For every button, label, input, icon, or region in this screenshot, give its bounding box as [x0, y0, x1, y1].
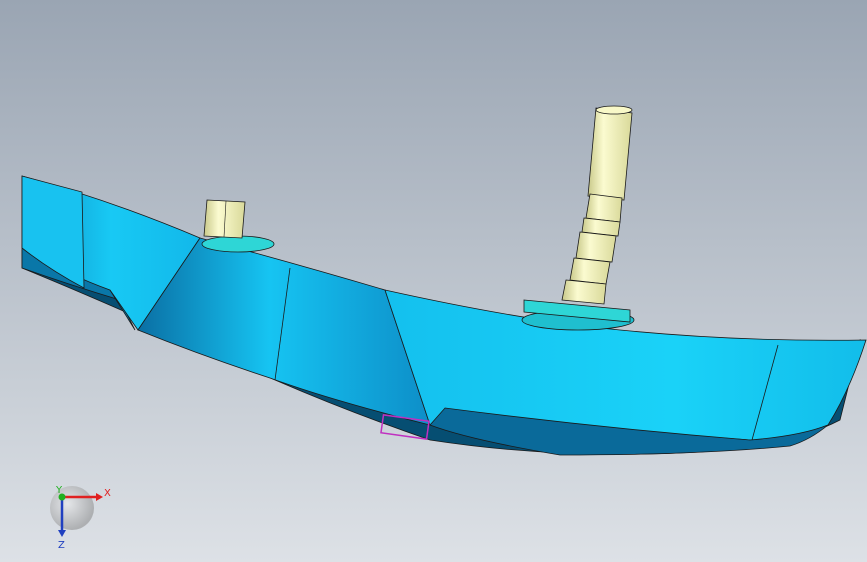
triad-z-label: Z	[58, 540, 65, 551]
collar-left	[201, 235, 275, 253]
triad-x-label: X	[104, 488, 111, 499]
viewport-canvas[interactable]: X Y Z	[0, 0, 867, 562]
triad-y-label: Y	[55, 485, 63, 496]
cad-viewport[interactable]: X Y Z	[0, 0, 867, 562]
